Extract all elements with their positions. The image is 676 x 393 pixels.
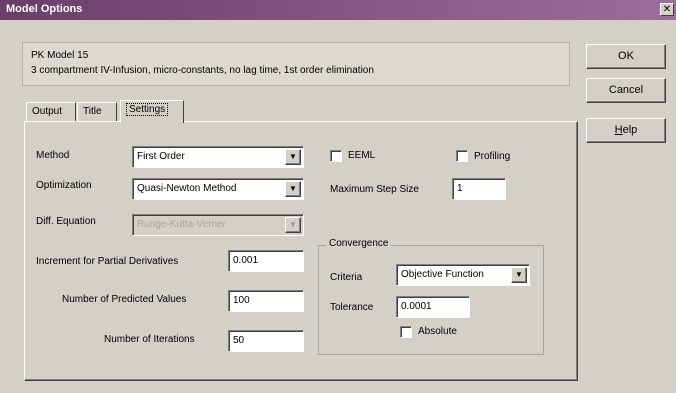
num-iterations-label: Number of Iterations — [104, 334, 195, 345]
tolerance-label: Tolerance — [330, 302, 374, 313]
cancel-button[interactable]: Cancel — [586, 78, 666, 103]
model-name: PK Model 15 — [31, 50, 89, 61]
max-step-label: Maximum Step Size — [330, 184, 419, 195]
diff-equation-value: Runge-Kutta-Verner — [137, 219, 226, 230]
eeml-label: EEML — [348, 150, 376, 161]
method-value: First Order — [137, 151, 185, 162]
ok-button[interactable]: OK — [586, 44, 666, 69]
absolute-label: Absolute — [418, 326, 457, 337]
profiling-checkbox[interactable] — [456, 150, 468, 162]
criteria-value: Objective Function — [401, 269, 484, 280]
chevron-down-icon[interactable]: ▼ — [285, 181, 301, 197]
tolerance-value: 0.0001 — [401, 301, 432, 312]
tab-output[interactable]: Output — [26, 102, 76, 122]
help-button[interactable]: Help — [586, 118, 666, 143]
optimization-label: Optimization — [36, 180, 92, 191]
method-label: Method — [36, 150, 70, 161]
criteria-dropdown[interactable]: Objective Function ▼ — [396, 264, 530, 286]
num-predicted-value: 100 — [233, 295, 250, 306]
max-step-value: 1 — [457, 183, 463, 194]
window-title: Model Options — [6, 3, 83, 15]
optimization-value: Quasi-Newton Method — [137, 183, 237, 194]
diff-equation-label: Diff. Equation — [36, 216, 96, 227]
chevron-down-icon[interactable]: ▼ — [285, 149, 301, 165]
absolute-checkbox[interactable] — [400, 326, 412, 338]
increment-label: Increment for Partial Derivatives — [36, 256, 179, 267]
max-step-input[interactable]: 1 — [452, 178, 506, 200]
chevron-down-icon: ▼ — [285, 217, 301, 233]
method-dropdown[interactable]: First Order ▼ — [132, 146, 304, 168]
tolerance-input[interactable]: 0.0001 — [396, 296, 470, 318]
convergence-title: Convergence — [326, 238, 392, 249]
tab-settings-label: Settings — [126, 103, 169, 116]
model-details: 3 compartment IV-Infusion, micro-constan… — [31, 65, 374, 76]
optimization-dropdown[interactable]: Quasi-Newton Method ▼ — [132, 178, 304, 200]
tab-settings[interactable]: Settings — [120, 100, 184, 123]
tab-title[interactable]: Title — [77, 102, 117, 122]
increment-value: 0.001 — [233, 255, 259, 266]
num-iterations-value: 50 — [233, 335, 245, 346]
num-iterations-input[interactable]: 50 — [228, 330, 304, 352]
increment-input[interactable]: 0.001 — [228, 250, 304, 272]
title-bar: Model Options ✕ — [0, 0, 676, 20]
chevron-down-icon[interactable]: ▼ — [511, 267, 527, 283]
profiling-label: Profiling — [474, 151, 511, 162]
criteria-label: Criteria — [330, 272, 363, 283]
num-predicted-input[interactable]: 100 — [228, 290, 304, 312]
num-predicted-label: Number of Predicted Values — [62, 294, 187, 305]
close-icon[interactable]: ✕ — [660, 3, 674, 16]
diff-equation-dropdown: Runge-Kutta-Verner ▼ — [132, 214, 304, 236]
model-description: PK Model 15 3 compartment IV-Infusion, m… — [22, 42, 570, 86]
eeml-checkbox[interactable] — [330, 150, 342, 162]
